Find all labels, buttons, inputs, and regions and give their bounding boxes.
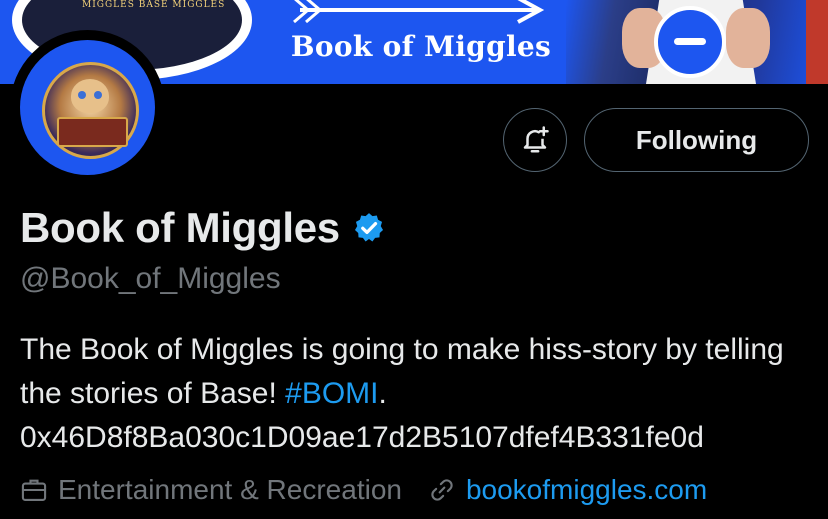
bio-hashtag-link[interactable]: #BOMI — [285, 377, 378, 410]
bio-period: . — [378, 377, 387, 410]
profile-website[interactable]: bookofmiggles.com — [428, 474, 707, 506]
cat-avatar-icon — [42, 62, 139, 159]
display-name: Book of Miggles — [20, 204, 340, 251]
notifications-button[interactable] — [503, 108, 567, 172]
profile-bio: The Book of Miggles is going to make his… — [20, 328, 820, 460]
base-logo-icon — [654, 6, 726, 78]
arrow-icon — [293, 0, 545, 24]
banner-book-text: MIGGLES BASE MIGGLES — [82, 0, 226, 10]
bell-plus-icon — [523, 126, 549, 153]
link-icon — [431, 479, 453, 501]
bio-text: The Book of Miggles is going to make his… — [20, 333, 784, 410]
bio-contract-address: 0x46D8f8Ba030c1D09ae17d2B5107dfef4B331fe… — [20, 421, 704, 454]
profile-avatar[interactable] — [10, 30, 165, 185]
profile-meta-row: Entertainment & Recreation bookofmiggles… — [20, 474, 707, 506]
verified-badge-icon[interactable] — [352, 211, 386, 245]
briefcase-icon — [21, 479, 47, 501]
following-button[interactable]: Following — [584, 108, 809, 172]
banner-title: Book of Miggles — [290, 30, 552, 63]
profile-handle: @Book_of_Miggles — [20, 262, 281, 295]
profile-category: Entertainment & Recreation — [20, 474, 402, 506]
banner-hero-image — [566, 0, 828, 84]
website-link[interactable]: bookofmiggles.com — [466, 474, 707, 506]
profile-name-row: Book of Miggles — [20, 204, 386, 252]
category-label: Entertainment & Recreation — [58, 474, 402, 505]
